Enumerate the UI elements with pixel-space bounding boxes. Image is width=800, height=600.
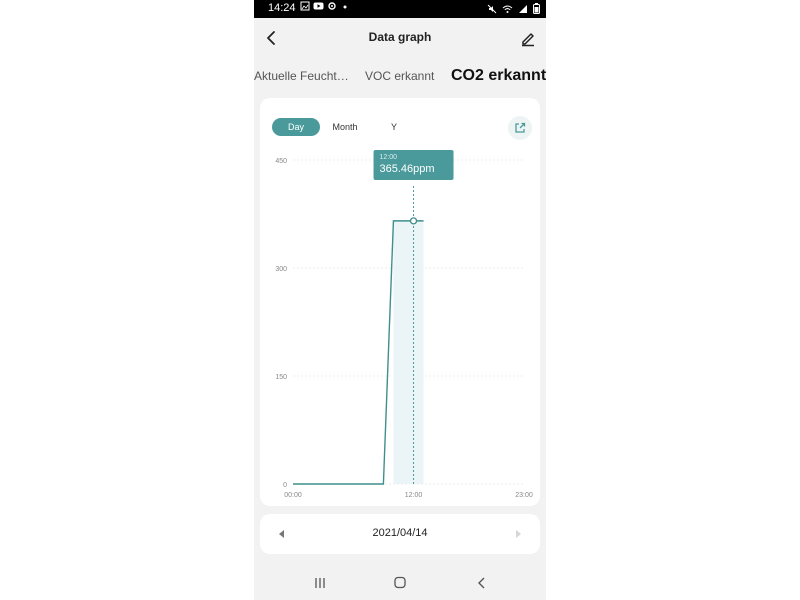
sensor-tabs: Aktuelle Feucht… VOC erkannt CO2 erkannt xyxy=(254,62,546,90)
recent-apps-icon xyxy=(315,578,325,588)
edit-button[interactable] xyxy=(516,26,540,50)
back-icon xyxy=(478,577,485,589)
y-tick-label: 450 xyxy=(275,158,287,165)
x-tick-label: 12:00 xyxy=(405,492,423,498)
system-back-button[interactable] xyxy=(472,574,492,592)
wifi-icon xyxy=(502,5,513,13)
highlight-point[interactable] xyxy=(409,217,418,225)
image-icon xyxy=(300,1,310,16)
pencil-icon xyxy=(522,33,534,47)
x-tick-label: 23:00 xyxy=(515,492,533,498)
recent-apps-button[interactable] xyxy=(310,574,330,592)
triangle-right-icon xyxy=(516,530,521,538)
area-fill xyxy=(393,220,424,484)
y-tick-label: 300 xyxy=(275,266,287,273)
status-right-icons xyxy=(487,3,540,14)
status-bar: 14:24 xyxy=(254,0,546,18)
mute-icon xyxy=(487,4,497,13)
tooltip-value: 365.46ppm xyxy=(380,163,435,175)
phone-screen: 14:24 Data graph Aktuelle Feucht… VOC er… xyxy=(254,0,546,600)
app-header: Data graph xyxy=(254,18,546,58)
signal-icon xyxy=(519,4,527,13)
settings-icon xyxy=(327,1,337,16)
external-link-icon xyxy=(515,122,526,133)
chart-card: Day Month Y 0 150 300 450 00:00 12:00 23:00 12:… xyxy=(260,98,540,506)
current-date: 2021/04/14 xyxy=(372,527,428,539)
x-tick-label: 00:00 xyxy=(284,492,302,498)
page-title: Data graph xyxy=(368,30,432,44)
date-navigator: 2021/04/14 xyxy=(260,514,540,554)
home-button[interactable] xyxy=(390,574,410,592)
home-icon xyxy=(394,576,406,589)
range-month-button[interactable]: Month xyxy=(326,118,364,136)
status-time: 14:24 xyxy=(268,2,296,14)
range-day-button[interactable]: Day xyxy=(272,118,320,136)
dot-icon xyxy=(342,1,348,16)
tooltip-time: 12:00 xyxy=(380,154,398,161)
range-year-button[interactable]: Y xyxy=(382,118,406,136)
tab-voc[interactable]: VOC erkannt xyxy=(365,62,434,90)
tab-co2[interactable]: CO2 erkannt xyxy=(451,62,546,90)
co2-line-chart: 0 150 300 450 00:00 12:00 23:00 12:00 365.46ppm xyxy=(275,150,533,498)
y-tick-label: 150 xyxy=(275,374,287,381)
battery-icon xyxy=(533,3,540,14)
tab-humidity[interactable]: Aktuelle Feucht… xyxy=(254,62,349,90)
export-button[interactable] xyxy=(508,116,532,140)
next-date-button[interactable] xyxy=(510,526,526,542)
system-nav-bar xyxy=(254,566,546,600)
youtube-icon xyxy=(313,1,324,16)
y-tick-label: 0 xyxy=(283,482,287,489)
